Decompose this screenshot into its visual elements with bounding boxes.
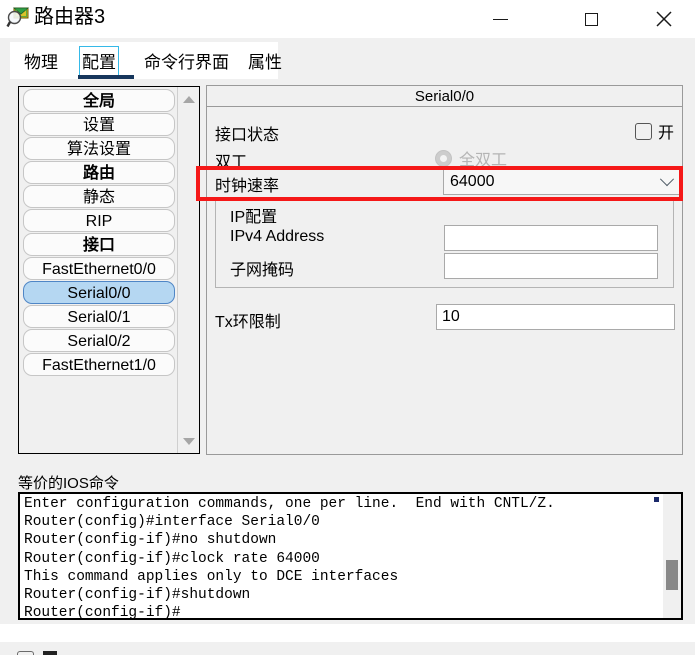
sidebar-item-serial0-0[interactable]: Serial0/0 <box>23 281 175 304</box>
bottom-strip <box>0 642 695 655</box>
ipv4-address-input[interactable] <box>444 225 658 251</box>
sidebar-item-global[interactable]: 全局 <box>23 89 175 112</box>
maximize-icon <box>584 12 598 26</box>
minimize-button[interactable] <box>477 0 523 38</box>
minimize-icon <box>492 18 508 20</box>
console-scrollbar[interactable] <box>663 494 681 618</box>
tab-attributes[interactable]: 属性 <box>246 47 284 75</box>
tab-physical[interactable]: 物理 <box>22 47 60 75</box>
ios-commands-label: 等价的IOS命令 <box>18 475 119 492</box>
ios-commands-console[interactable]: Enter configuration commands, one per li… <box>18 492 683 620</box>
radio-icon[interactable] <box>435 149 452 167</box>
port-status-on-label: 开 <box>657 125 674 142</box>
sidebar-scrollbar[interactable] <box>177 87 199 453</box>
maximize-button[interactable] <box>568 0 614 38</box>
scroll-down-button[interactable] <box>181 433 197 449</box>
sidebar-item-rip[interactable]: RIP <box>23 209 175 232</box>
sidebar-item-fastethernet1-0[interactable]: FastEthernet1/0 <box>23 353 175 376</box>
panel-title: Serial0/0 <box>207 86 682 107</box>
sidebar-item-algorithm[interactable]: 算法设置 <box>23 137 175 160</box>
scroll-up-button[interactable] <box>181 91 197 107</box>
sidebar-item-routing[interactable]: 路由 <box>23 161 175 184</box>
checkbox-icon[interactable] <box>634 122 652 140</box>
clock-rate-dropdown[interactable]: 64000 <box>443 169 681 195</box>
tx-ring-limit-label: Tx环限制 <box>215 314 281 331</box>
interface-config-panel: Serial0/0 接口状态 开 双工 全双工 时钟速率 64000 IP配置 … <box>206 85 683 455</box>
port-status-label: 接口状态 <box>215 127 280 144</box>
bottom-checkbox-partial[interactable] <box>17 651 34 655</box>
bottom-indicator-partial <box>43 651 57 655</box>
chevron-down-icon[interactable] <box>654 172 680 187</box>
subnet-mask-input[interactable] <box>444 253 658 279</box>
tx-ring-limit-input[interactable]: 10 <box>436 304 675 330</box>
ip-configuration-group: IP配置 IPv4 Address 子网掩码 <box>215 198 674 288</box>
sidebar-item-serial0-2[interactable]: Serial0/2 <box>23 329 175 352</box>
close-button[interactable] <box>641 0 687 38</box>
sidebar-item-serial0-1[interactable]: Serial0/1 <box>23 305 175 328</box>
router-config-window: 路由器3 物理 配置 命令行界面 属性 全局 设置 算法设置 路由 静态 RIP <box>0 0 695 655</box>
window-title: 路由器3 <box>34 6 106 28</box>
tab-config-underline <box>78 75 134 79</box>
duplex-full-radio[interactable]: 全双工 <box>435 146 507 170</box>
sidebar-item-settings[interactable]: 设置 <box>23 113 175 136</box>
subnet-mask-label: 子网掩码 <box>230 262 295 279</box>
triangle-up-icon <box>183 95 195 103</box>
console-scrollbar-thumb[interactable] <box>666 560 678 590</box>
ipv4-address-label: IPv4 Address <box>230 228 325 245</box>
tab-cli[interactable]: 命令行界面 <box>142 47 231 75</box>
duplex-full-label: 全双工 <box>459 152 508 169</box>
sidebar-item-static[interactable]: 静态 <box>23 185 175 208</box>
interface-sidebar: 全局 设置 算法设置 路由 静态 RIP 接口 FastEthernet0/0 … <box>18 86 200 454</box>
ios-commands-text: Enter configuration commands, one per li… <box>24 496 555 620</box>
clock-rate-label: 时钟速率 <box>215 178 280 195</box>
close-icon <box>656 11 672 27</box>
port-status-toggle[interactable]: 开 <box>634 119 674 143</box>
triangle-down-icon <box>183 437 195 445</box>
sidebar-list: 全局 设置 算法设置 路由 静态 RIP 接口 FastEthernet0/0 … <box>19 87 177 453</box>
tab-bar: 物理 配置 命令行界面 属性 <box>10 42 282 79</box>
inspect-magnifier-icon <box>6 6 30 30</box>
ip-config-label: IP配置 <box>230 209 278 226</box>
clock-rate-value: 64000 <box>450 173 495 190</box>
titlebar: 路由器3 <box>0 0 695 38</box>
tab-config[interactable]: 配置 <box>79 46 119 76</box>
sidebar-item-fastethernet0-0[interactable]: FastEthernet0/0 <box>23 257 175 280</box>
sidebar-item-interface[interactable]: 接口 <box>23 233 175 256</box>
text-caret <box>654 497 659 502</box>
duplex-label: 双工 <box>215 154 248 171</box>
bottom-white-area <box>0 624 695 642</box>
